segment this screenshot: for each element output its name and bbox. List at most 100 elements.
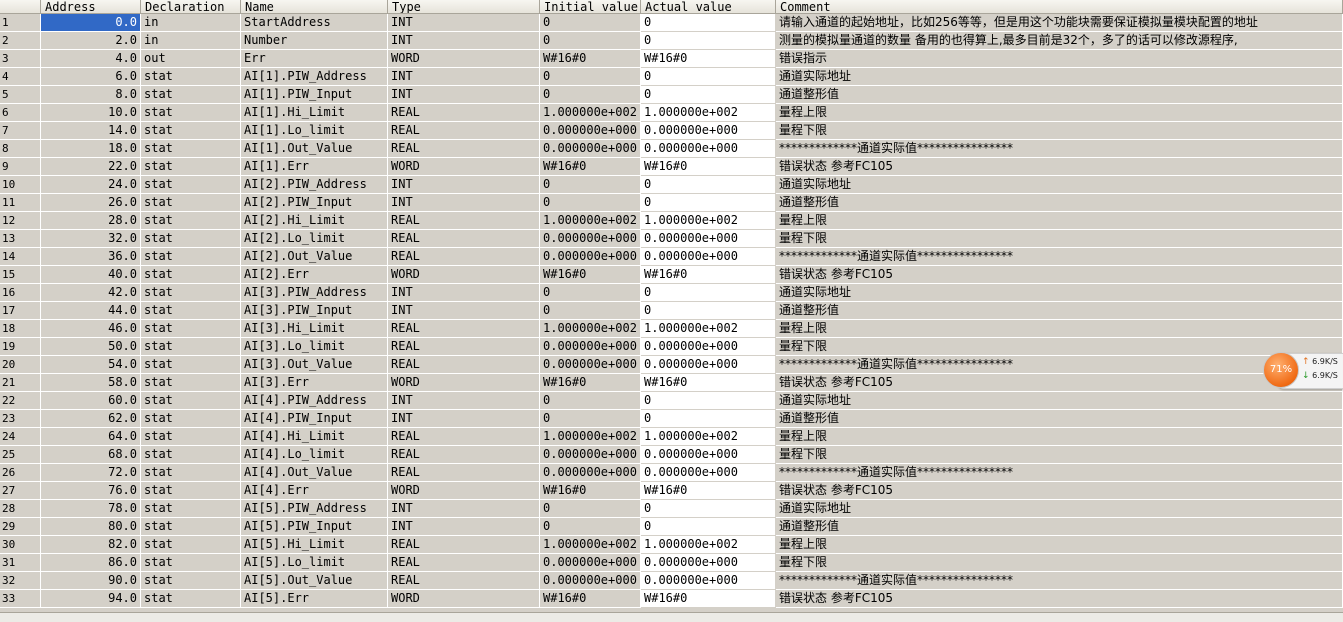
declaration-cell[interactable]: stat	[141, 158, 241, 176]
initial-value-cell[interactable]: 1.000000e+002	[540, 320, 641, 338]
actual-value-cell[interactable]: 0.000000e+000	[641, 554, 776, 572]
declaration-cell[interactable]: stat	[141, 392, 241, 410]
initial-value-cell[interactable]: 0.000000e+000	[540, 554, 641, 572]
initial-value-cell[interactable]: W#16#0	[540, 50, 641, 68]
type-cell[interactable]: INT	[388, 410, 540, 428]
type-cell[interactable]: REAL	[388, 536, 540, 554]
declaration-cell[interactable]: stat	[141, 464, 241, 482]
declaration-cell[interactable]: stat	[141, 266, 241, 284]
table-row[interactable]: 26 72.0 stat AI[4].Out_Value REAL 0.000000e+0…	[0, 464, 1343, 482]
initial-value-cell[interactable]: 0	[540, 176, 641, 194]
declaration-cell[interactable]: stat	[141, 356, 241, 374]
actual-value-cell[interactable]: 0.000000e+000	[641, 122, 776, 140]
table-row[interactable]: 28 78.0 stat AI[5].PIW_Address INT 0 0 通道实际地址	[0, 500, 1343, 518]
table-row[interactable]: 16 42.0 stat AI[3].PIW_Address INT 0 0 通道实际地址	[0, 284, 1343, 302]
declaration-cell[interactable]: stat	[141, 68, 241, 86]
comment-cell[interactable]: 通道实际地址	[776, 500, 1343, 518]
actual-value-cell[interactable]: W#16#0	[641, 50, 776, 68]
table-row[interactable]: 12 28.0 stat AI[2].Hi_Limit REAL 1.000000e+00…	[0, 212, 1343, 230]
comment-cell[interactable]: 错误状态 参考FC105	[776, 158, 1343, 176]
name-cell[interactable]: AI[3].PIW_Input	[241, 302, 388, 320]
initial-value-cell[interactable]: 0.000000e+000	[540, 122, 641, 140]
declaration-cell[interactable]: stat	[141, 176, 241, 194]
actual-value-cell[interactable]: 0.000000e+000	[641, 230, 776, 248]
address-cell[interactable]: 14.0	[41, 122, 141, 140]
declaration-cell[interactable]: stat	[141, 482, 241, 500]
declaration-cell[interactable]: stat	[141, 518, 241, 536]
name-cell[interactable]: AI[5].Out_Value	[241, 572, 388, 590]
declaration-cell[interactable]: stat	[141, 194, 241, 212]
comment-cell[interactable]: 通道整形值	[776, 86, 1343, 104]
name-cell[interactable]: AI[2].Out_Value	[241, 248, 388, 266]
initial-value-cell[interactable]: 1.000000e+002	[540, 104, 641, 122]
table-row[interactable]: 14 36.0 stat AI[2].Out_Value REAL 0.000000e+0…	[0, 248, 1343, 266]
actual-value-cell[interactable]: W#16#0	[641, 590, 776, 608]
address-cell[interactable]: 76.0	[41, 482, 141, 500]
table-row[interactable]: 33 94.0 stat AI[5].Err WORD W#16#0 W#16#0 错误状态 …	[0, 590, 1343, 608]
table-row[interactable]: 7 14.0 stat AI[1].Lo_limit REAL 0.000000e+000…	[0, 122, 1343, 140]
name-cell[interactable]: AI[2].PIW_Input	[241, 194, 388, 212]
address-cell[interactable]: 58.0	[41, 374, 141, 392]
table-row[interactable]: 1 0.0 in StartAddress INT 0 0 请输入通道的起始地址，比如256等…	[0, 14, 1343, 32]
name-cell[interactable]: AI[4].Err	[241, 482, 388, 500]
declaration-cell[interactable]: stat	[141, 320, 241, 338]
type-cell[interactable]: INT	[388, 86, 540, 104]
initial-value-cell[interactable]: W#16#0	[540, 266, 641, 284]
name-cell[interactable]: AI[2].Hi_Limit	[241, 212, 388, 230]
table-row[interactable]: 11 26.0 stat AI[2].PIW_Input INT 0 0 通道整形值	[0, 194, 1343, 212]
type-cell[interactable]: REAL	[388, 572, 540, 590]
comment-cell[interactable]: 错误状态 参考FC105	[776, 374, 1343, 392]
address-cell[interactable]: 78.0	[41, 500, 141, 518]
address-cell[interactable]: 36.0	[41, 248, 141, 266]
actual-value-cell[interactable]: 0	[641, 14, 776, 32]
actual-value-cell[interactable]: 0	[641, 500, 776, 518]
address-cell[interactable]: 4.0	[41, 50, 141, 68]
name-cell[interactable]: AI[3].Err	[241, 374, 388, 392]
comment-cell[interactable]: 量程下限	[776, 446, 1343, 464]
actual-value-cell[interactable]: 0.000000e+000	[641, 140, 776, 158]
type-cell[interactable]: REAL	[388, 230, 540, 248]
name-cell[interactable]: AI[3].Hi_Limit	[241, 320, 388, 338]
address-cell[interactable]: 26.0	[41, 194, 141, 212]
header-declaration[interactable]: Declaration	[141, 0, 241, 14]
address-cell[interactable]: 64.0	[41, 428, 141, 446]
table-row[interactable]: 25 68.0 stat AI[4].Lo_limit REAL 0.000000e+00…	[0, 446, 1343, 464]
declaration-cell[interactable]: stat	[141, 212, 241, 230]
address-cell[interactable]: 0.0	[41, 14, 141, 32]
address-cell[interactable]: 62.0	[41, 410, 141, 428]
address-cell[interactable]: 60.0	[41, 392, 141, 410]
initial-value-cell[interactable]: 0	[540, 410, 641, 428]
table-row[interactable]: 3 4.0 out Err WORD W#16#0 W#16#0 错误指示	[0, 50, 1343, 68]
actual-value-cell[interactable]: W#16#0	[641, 374, 776, 392]
actual-value-cell[interactable]: 0	[641, 68, 776, 86]
declaration-cell[interactable]: stat	[141, 428, 241, 446]
name-cell[interactable]: AI[3].PIW_Address	[241, 284, 388, 302]
type-cell[interactable]: WORD	[388, 482, 540, 500]
declaration-cell[interactable]: in	[141, 14, 241, 32]
cpu-usage-ball[interactable]: 71%	[1263, 352, 1299, 388]
comment-cell[interactable]: *************通道实际值****************	[776, 140, 1343, 158]
initial-value-cell[interactable]: 0	[540, 32, 641, 50]
type-cell[interactable]: INT	[388, 194, 540, 212]
comment-cell[interactable]: 请输入通道的起始地址，比如256等等，但是用这个功能块需要保证模拟量模块配置的地…	[776, 14, 1343, 32]
name-cell[interactable]: Err	[241, 50, 388, 68]
comment-cell[interactable]: 通道实际地址	[776, 392, 1343, 410]
network-speed-widget[interactable]: 71% ↑ 6.9K/S ↓ 6.9K/S	[1262, 351, 1343, 389]
initial-value-cell[interactable]: 0	[540, 392, 641, 410]
address-cell[interactable]: 24.0	[41, 176, 141, 194]
comment-cell[interactable]: 通道整形值	[776, 194, 1343, 212]
initial-value-cell[interactable]: 0	[540, 68, 641, 86]
type-cell[interactable]: INT	[388, 392, 540, 410]
header-name[interactable]: Name	[241, 0, 388, 14]
comment-cell[interactable]: 量程上限	[776, 212, 1343, 230]
comment-cell[interactable]: 错误指示	[776, 50, 1343, 68]
actual-value-cell[interactable]: W#16#0	[641, 158, 776, 176]
declaration-cell[interactable]: stat	[141, 446, 241, 464]
table-row[interactable]: 5 8.0 stat AI[1].PIW_Input INT 0 0 通道整形值	[0, 86, 1343, 104]
actual-value-cell[interactable]: W#16#0	[641, 266, 776, 284]
declaration-cell[interactable]: stat	[141, 248, 241, 266]
name-cell[interactable]: StartAddress	[241, 14, 388, 32]
comment-cell[interactable]: 测量的模拟量通道的数量 备用的也得算上,最多目前是32个，多了的话可以修改源程序…	[776, 32, 1343, 50]
actual-value-cell[interactable]: 0	[641, 302, 776, 320]
name-cell[interactable]: AI[4].Hi_Limit	[241, 428, 388, 446]
